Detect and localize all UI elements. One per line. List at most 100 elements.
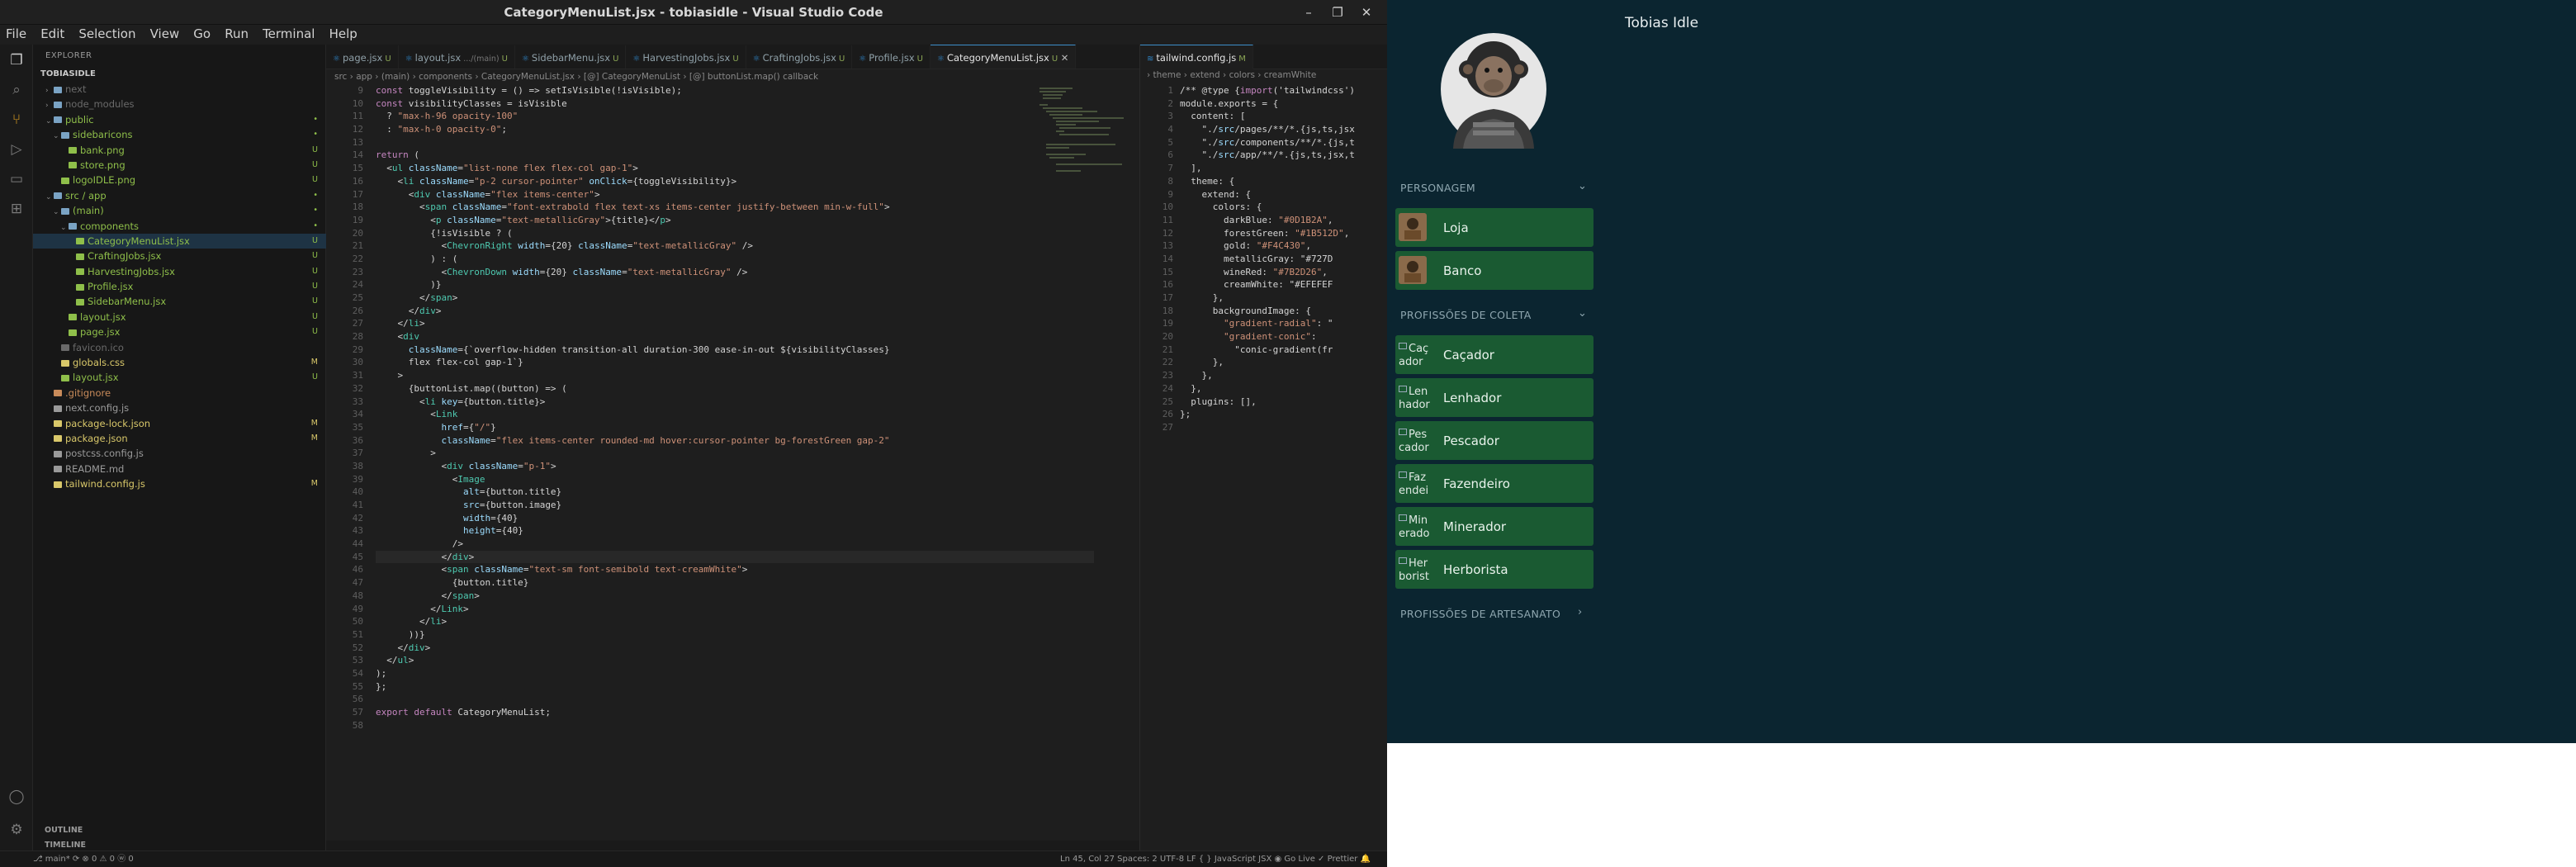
close-tab-icon[interactable]: ✕ bbox=[1058, 52, 1069, 64]
maximize-icon[interactable]: ❐ bbox=[1325, 3, 1350, 21]
menu-go[interactable]: Go bbox=[188, 25, 215, 41]
git-status-badge: U bbox=[312, 296, 318, 306]
code-line: flex flex-col gap-1`} bbox=[376, 357, 523, 368]
editor-tab[interactable]: ⚛ SidebarMenu.jsx U bbox=[515, 45, 627, 69]
file-tree-item[interactable]: ⌄ sidebaricons • bbox=[33, 127, 326, 142]
code-line: <li className="p-2 cursor-pointer" onCli… bbox=[376, 175, 737, 187]
file-tree-item[interactable]: page.jsx U bbox=[33, 325, 326, 339]
menu-help[interactable]: Help bbox=[324, 25, 362, 41]
split-editor[interactable]: ≋ tailwind.config.js M › theme › extend › … bbox=[1139, 45, 1387, 850]
chevron-down-icon[interactable]: ⌄ bbox=[1578, 180, 1587, 192]
file-tree-item[interactable]: package-lock.json M bbox=[33, 416, 326, 431]
code-editor[interactable]: 9 10 11 12 13 14 15 16 17 18 19 20 21 22 23 24 25 26 27 28 2… bbox=[326, 84, 1139, 841]
close-icon[interactable]: ✕ bbox=[1354, 3, 1379, 21]
file-tree-label: next bbox=[65, 83, 87, 95]
explorer-icon[interactable]: ❐ bbox=[7, 51, 26, 69]
file-tree-item[interactable]: CategoryMenuList.jsx U bbox=[33, 233, 326, 249]
file-tree-item-content: › node_modules bbox=[45, 97, 135, 113]
chevron-icon: › bbox=[45, 87, 49, 95]
category-button[interactable]: Loja bbox=[1395, 208, 1593, 247]
file-tree-item[interactable]: CraftingJobs.jsx U bbox=[33, 249, 326, 263]
category-button[interactable]: Caçador Caçador bbox=[1395, 335, 1593, 374]
category-button[interactable]: Herborista Herborista bbox=[1395, 550, 1593, 589]
account-icon[interactable]: ◯ bbox=[7, 788, 26, 806]
category-button[interactable]: Fazendeiro Fazendeiro bbox=[1395, 464, 1593, 503]
git-status-badge: • bbox=[313, 114, 318, 124]
split-breadcrumb[interactable]: › theme › extend › colors › creamWhite bbox=[1147, 70, 1316, 80]
file-tree-item[interactable]: layout.jsx U bbox=[33, 370, 326, 385]
editor-tab[interactable]: ⚛ Profile.jsx U bbox=[852, 45, 930, 69]
file-tree-item[interactable]: layout.jsx U bbox=[33, 310, 326, 325]
status-right[interactable]: Ln 45, Col 27 Spaces: 2 UTF-8 LF { } Jav… bbox=[1060, 851, 1371, 867]
menu-file[interactable]: File bbox=[0, 25, 31, 41]
code-area[interactable]: const toggleVisibility = () => setIsVisi… bbox=[376, 84, 1094, 732]
search-icon[interactable]: ⌕ bbox=[7, 81, 26, 99]
editor-tab[interactable]: ⚛ CategoryMenuList.jsx U ✕ bbox=[930, 45, 1077, 69]
file-tree-item[interactable]: store.png U bbox=[33, 158, 326, 173]
run-debug-icon[interactable]: ▷ bbox=[7, 140, 26, 159]
editor-tab[interactable]: ⚛ page.jsx U bbox=[326, 45, 399, 69]
file-tree-item[interactable]: SidebarMenu.jsx U bbox=[33, 294, 326, 309]
file-tree-item[interactable]: Profile.jsx U bbox=[33, 279, 326, 294]
button-label: Banco bbox=[1443, 263, 1482, 278]
file-tree-item[interactable]: tailwind.config.js M bbox=[33, 476, 326, 491]
file-tree-item[interactable]: package.json M bbox=[33, 431, 326, 446]
menu-view[interactable]: View bbox=[145, 25, 185, 41]
code-line: "conic-gradient(fr bbox=[1180, 343, 1333, 355]
category-button[interactable]: Minerador Minerador bbox=[1395, 507, 1593, 546]
git-status-badge: U bbox=[312, 282, 318, 291]
file-tree-item[interactable]: › next bbox=[33, 82, 326, 97]
file-tree-item[interactable]: ⌄ src / app • bbox=[33, 188, 326, 203]
file-tree-item[interactable]: favicon.ico bbox=[33, 340, 326, 355]
file-tree-item[interactable]: ⌄ components • bbox=[33, 219, 326, 234]
chimp-avatar bbox=[1438, 25, 1549, 149]
status-left[interactable]: ⎇ main* ⟳ ⊗ 0 ⚠ 0 ⓦ 0 bbox=[33, 851, 134, 867]
git-status-badge: • bbox=[313, 220, 318, 230]
category-button[interactable]: Lenhador Lenhador bbox=[1395, 378, 1593, 417]
broken-image: Pescador bbox=[1399, 429, 1432, 455]
minimize-icon[interactable]: – bbox=[1296, 3, 1321, 21]
gear-icon[interactable]: ⚙ bbox=[7, 821, 26, 839]
code-line: </span> bbox=[376, 292, 458, 303]
explorer-root[interactable]: TOBIASIDLE bbox=[40, 69, 96, 78]
menu-edit[interactable]: Edit bbox=[36, 25, 69, 41]
menu-selection[interactable]: Selection bbox=[73, 25, 140, 41]
category-button[interactable]: Banco bbox=[1395, 251, 1593, 290]
tab-tailwind-config[interactable]: ≋ tailwind.config.js M bbox=[1140, 45, 1253, 69]
chevron-right-icon[interactable]: › bbox=[1578, 606, 1583, 618]
file-tree-item[interactable]: › node_modules bbox=[33, 97, 326, 111]
outline-section[interactable]: OUTLINE bbox=[45, 826, 83, 835]
file-tree-item[interactable]: HarvestingJobs.jsx U bbox=[33, 264, 326, 279]
file-tree-item[interactable]: README.md bbox=[33, 462, 326, 476]
editor-tab[interactable]: ⚛ HarvestingJobs.jsx U bbox=[626, 45, 746, 69]
chevron-down-icon[interactable]: ⌄ bbox=[1578, 307, 1587, 320]
file-tree-item[interactable]: ⌄ public • bbox=[33, 112, 326, 127]
file-tree-item[interactable]: bank.png U bbox=[33, 143, 326, 158]
category-button[interactable]: Pescador Pescador bbox=[1395, 421, 1593, 460]
remote-explorer-icon[interactable]: ▭ bbox=[7, 170, 26, 188]
menu-terminal[interactable]: Terminal bbox=[258, 25, 320, 41]
split-code-area[interactable]: /** @type {import('tailwindcss') module.e… bbox=[1180, 84, 1378, 434]
minimap[interactable] bbox=[1036, 84, 1131, 183]
breadcrumb[interactable]: src › app › (main) › components › Catego… bbox=[326, 69, 1139, 84]
file-tree-item[interactable]: postcss.config.js bbox=[33, 446, 326, 461]
source-control-icon[interactable]: ⑂ bbox=[7, 111, 26, 129]
editor-tab[interactable]: ⚛ layout.jsx .../(main) U bbox=[399, 45, 515, 69]
file-tree-item-content: page.jsx bbox=[60, 325, 120, 339]
file-tree-item[interactable]: logoIDLE.png U bbox=[33, 173, 326, 187]
react-icon: ⚛ bbox=[333, 54, 340, 64]
menu-run[interactable]: Run bbox=[220, 25, 253, 41]
file-tree-item[interactable]: next.config.js bbox=[33, 400, 326, 415]
extensions-icon[interactable]: ⊞ bbox=[7, 200, 26, 218]
file-tree-item[interactable]: globals.css M bbox=[33, 355, 326, 370]
section-header[interactable]: PERSONAGEM ⌄ bbox=[1400, 180, 1587, 194]
react-icon: ⚛ bbox=[405, 54, 413, 64]
section-header[interactable]: PROFISSÕES DE ARTESANATO › bbox=[1400, 606, 1582, 620]
timeline-section[interactable]: TIMELINE bbox=[45, 841, 86, 850]
file-tree-item[interactable]: .gitignore bbox=[33, 386, 326, 400]
code-line: ? "max-h-96 opacity-100" bbox=[376, 111, 519, 122]
file-tree-item[interactable]: ⌄ (main) • bbox=[33, 203, 326, 218]
editor-tab[interactable]: ⚛ CraftingJobs.jsx U bbox=[746, 45, 853, 69]
section-header[interactable]: PROFISSÕES DE COLETA ⌄ bbox=[1400, 307, 1587, 321]
tab-label: tailwind.config.js bbox=[1156, 52, 1237, 64]
